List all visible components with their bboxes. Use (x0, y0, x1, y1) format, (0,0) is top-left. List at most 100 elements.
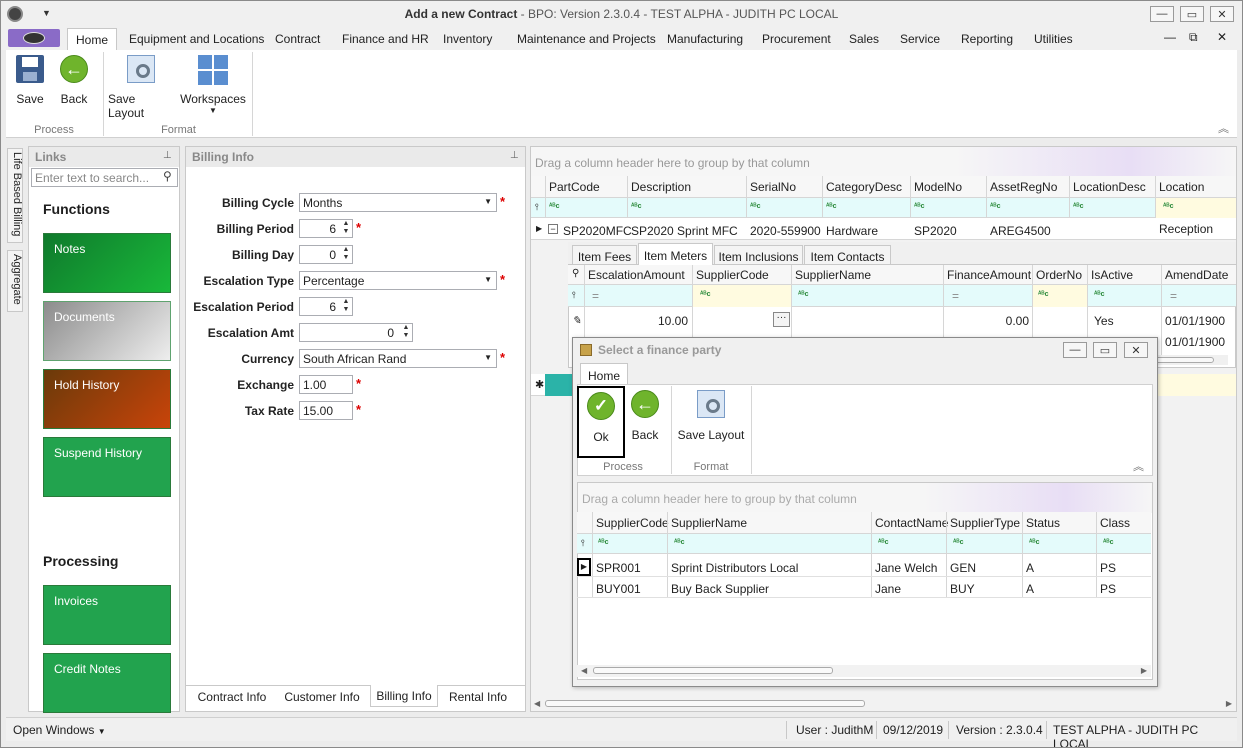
close-button[interactable]: ✕ (1210, 6, 1234, 22)
col-assetregno[interactable]: AssetRegNo (990, 180, 1057, 194)
billing-period-stepper[interactable]: 6 ▲ ▼ (299, 219, 353, 238)
group-by-area[interactable]: Drag a column header here to group by th… (531, 147, 1236, 177)
dropdown-arrow-icon[interactable]: ▼ (484, 197, 492, 206)
tab-home[interactable]: Home (67, 28, 118, 51)
tab-equipment-and-locations[interactable]: Equipment and Locations (129, 32, 264, 46)
cell-assetregno[interactable]: AREG4500 (990, 224, 1051, 238)
tab-rental-info[interactable]: Rental Info (442, 686, 514, 708)
escalation-period-stepper[interactable]: 6 ▲ ▼ (299, 297, 353, 316)
dialog-group-by-area[interactable]: Drag a column header here to group by th… (578, 483, 1152, 513)
invoices-button[interactable]: Invoices (43, 585, 171, 645)
detail-filter-row[interactable] (568, 285, 1236, 307)
dialog-minimize-button[interactable]: — (1063, 342, 1087, 358)
ellipsis-button[interactable]: ··· (773, 312, 790, 327)
tab-service[interactable]: Service (900, 32, 940, 46)
cell-contactname[interactable]: Jane (875, 582, 901, 596)
col-partcode[interactable]: PartCode (549, 180, 600, 194)
exchange-input[interactable]: 1.00 (299, 375, 353, 394)
cell-location[interactable]: Reception (1159, 222, 1213, 236)
inner-logo-icon[interactable] (8, 29, 60, 47)
col-suppliercode[interactable]: SupplierCode (596, 516, 669, 530)
col-isactive[interactable]: IsActive (1091, 268, 1133, 282)
credit-notes-button[interactable]: Credit Notes (43, 653, 171, 713)
tab-contract[interactable]: Contract (275, 32, 320, 46)
tab-billing-info[interactable]: Billing Info (370, 685, 438, 707)
collapse-ribbon-icon[interactable]: ︽ (1218, 120, 1229, 136)
cell-serialno[interactable]: 2020-559900 (750, 224, 821, 238)
cell-class[interactable]: PS (1100, 582, 1116, 596)
tax-rate-input[interactable]: 15.00 (299, 401, 353, 420)
collapse-ribbon-icon[interactable]: ︽ (1133, 458, 1144, 474)
ok-button[interactable]: ✓ Ok (577, 386, 625, 458)
currency-select[interactable]: South African Rand ▼ (299, 349, 497, 368)
cell-contactname[interactable]: Jane Welch (875, 561, 937, 575)
save-layout-button[interactable]: Save Layout (108, 55, 174, 120)
cell-suppliercode[interactable]: SPR001 (596, 561, 641, 575)
tab-manufacturing[interactable]: Manufacturing (667, 32, 743, 46)
cell-status[interactable]: A (1026, 582, 1034, 596)
side-tab-aggregate[interactable]: Aggregate (7, 250, 23, 312)
tab-procurement[interactable]: Procurement (762, 32, 831, 46)
cell-suppliername[interactable]: Buy Back Supplier (671, 582, 769, 596)
side-tab-life-based-billing[interactable]: Life Based Billing (7, 148, 23, 243)
minimize-button[interactable]: — (1150, 6, 1174, 22)
spin-arrows-icon[interactable]: ▲ ▼ (340, 298, 352, 315)
cell-status[interactable]: A (1026, 561, 1034, 575)
col-modelno[interactable]: ModelNo (914, 180, 962, 194)
tab-sales[interactable]: Sales (849, 32, 879, 46)
save-button[interactable]: Save (10, 55, 50, 106)
dialog-close-button[interactable]: ✕ (1124, 342, 1148, 358)
dialog-back-button[interactable]: ← Back (627, 390, 663, 442)
col-serialno[interactable]: SerialNo (750, 180, 796, 194)
billing-day-stepper[interactable]: 0 ▲ ▼ (299, 245, 353, 264)
spin-arrows-icon[interactable]: ▲ ▼ (340, 220, 352, 237)
cell-suppliercode[interactable]: BUY001 (596, 582, 641, 596)
tab-item-fees[interactable]: Item Fees (572, 245, 637, 265)
dialog-maximize-button[interactable]: ▭ (1093, 342, 1117, 358)
mdi-restore-button[interactable]: ⧉ (1189, 30, 1198, 45)
col-location[interactable]: Location (1159, 180, 1204, 194)
cell-amenddate[interactable]: 01/01/1900 (1165, 335, 1225, 349)
cell-suppliertype[interactable]: BUY (950, 582, 975, 596)
links-search-input[interactable]: Enter text to search... (31, 168, 178, 187)
cell-description[interactable]: SP2020 Sprint MFC (631, 224, 738, 238)
dialog-save-layout-button[interactable]: Save Layout (677, 390, 745, 442)
cell-suppliername[interactable]: Sprint Distributors Local (671, 561, 798, 575)
search-icon[interactable]: ⚲ (163, 169, 172, 183)
new-row-cell[interactable] (545, 374, 573, 396)
workspaces-button[interactable]: Workspaces ▼ (180, 55, 246, 115)
col-suppliercode[interactable]: SupplierCode (696, 268, 769, 282)
cell-class[interactable]: PS (1100, 561, 1116, 575)
col-locationdesc[interactable]: LocationDesc (1073, 180, 1146, 194)
tab-item-inclusions[interactable]: Item Inclusions (714, 245, 803, 265)
col-escalationamount[interactable]: EscalationAmount (588, 268, 685, 282)
col-categorydesc[interactable]: CategoryDesc (826, 180, 902, 194)
cell-isactive[interactable]: Yes (1094, 314, 1114, 328)
back-button[interactable]: ← Back (54, 55, 94, 106)
dialog-scrollbar[interactable]: ◀ ▶ (577, 665, 1151, 677)
dialog-filter-row[interactable] (577, 534, 1151, 554)
col-contactname[interactable]: ContactName (875, 516, 948, 530)
escalation-amt-stepper[interactable]: 0 ▲ ▼ (299, 323, 413, 342)
col-amenddate[interactable]: AmendDate (1165, 268, 1228, 282)
tab-item-meters[interactable]: Item Meters (638, 243, 713, 266)
cell-categorydesc[interactable]: Hardware (826, 224, 878, 238)
col-orderno[interactable]: OrderNo (1036, 268, 1082, 282)
open-windows-button[interactable]: Open Windows ▼ (13, 723, 106, 737)
col-suppliertype[interactable]: SupplierType (950, 516, 1020, 530)
tab-utilities[interactable]: Utilities (1034, 32, 1073, 46)
col-status[interactable]: Status (1026, 516, 1060, 530)
mdi-close-button[interactable]: ✕ (1217, 30, 1227, 44)
expand-row-icon[interactable]: − (548, 224, 558, 234)
tab-contract-info[interactable]: Contract Info (190, 686, 274, 708)
spin-arrows-icon[interactable]: ▲ ▼ (340, 246, 352, 263)
main-scrollbar[interactable]: ◀ ▶ (531, 698, 1236, 710)
dialog-tab-home[interactable]: Home (580, 363, 628, 385)
col-class[interactable]: Class (1100, 516, 1130, 530)
col-financeamount[interactable]: FinanceAmount (947, 268, 1031, 282)
col-suppliername[interactable]: SupplierName (795, 268, 871, 282)
cell-financeamount[interactable]: 0.00 (947, 314, 1029, 328)
tab-inventory[interactable]: Inventory (443, 32, 492, 46)
supplier-row[interactable] (577, 577, 1151, 598)
tab-customer-info[interactable]: Customer Info (278, 686, 366, 708)
